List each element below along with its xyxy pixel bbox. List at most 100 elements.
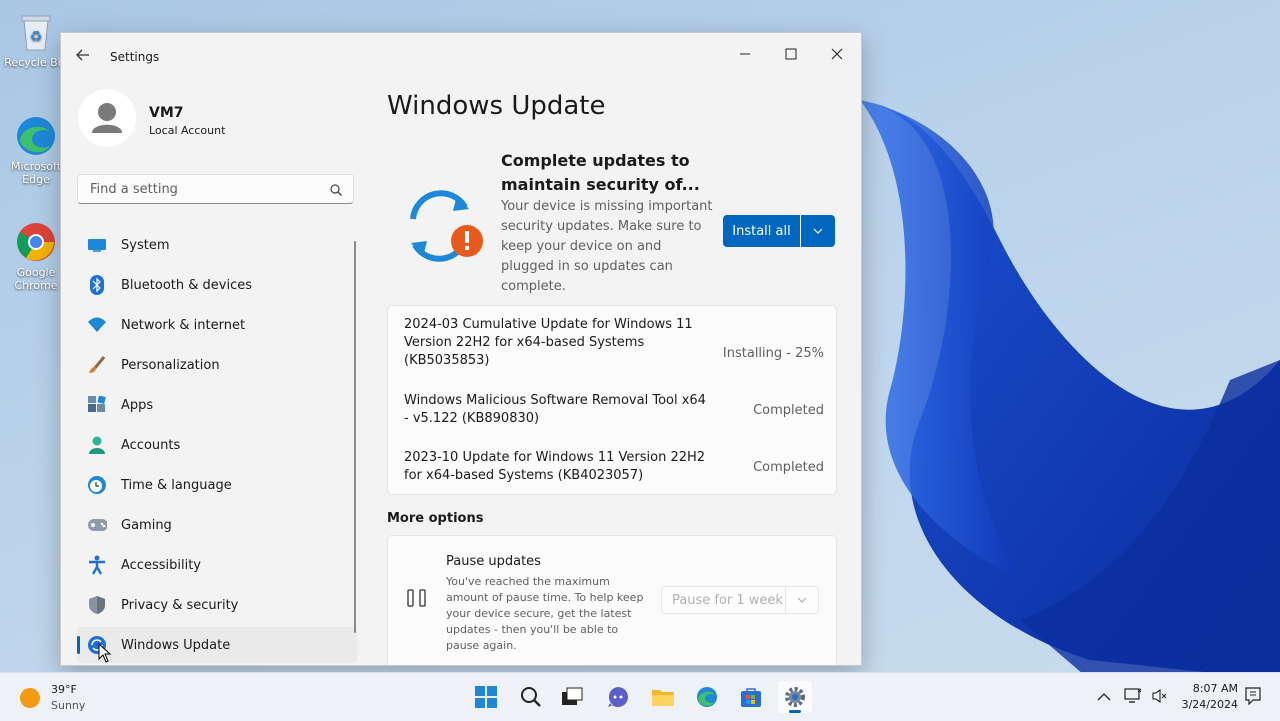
search-icon[interactable] [329, 182, 343, 201]
maximize-button[interactable] [768, 39, 814, 69]
chevron-down-icon [813, 228, 823, 234]
weather-widget[interactable]: 39°F Sunny [20, 683, 120, 715]
teams-chat-button[interactable] [601, 681, 635, 713]
pause-updates-card: Pause updates You've reached the maximum… [387, 535, 837, 665]
sidebar-scrollbar[interactable] [354, 241, 356, 633]
close-button[interactable] [814, 39, 860, 69]
search-input[interactable] [88, 181, 322, 198]
weather-condition: Sunny [51, 699, 86, 712]
update-status: Completed [753, 460, 824, 475]
sidebar-item-label: Time & language [121, 477, 232, 493]
sidebar-item-label: Windows Update [121, 637, 231, 653]
pause-duration-dropdown[interactable]: Pause for 1 week [661, 586, 819, 614]
sidebar-item-privacy-security[interactable]: Privacy & security [77, 587, 357, 623]
gamepad-icon [87, 515, 107, 535]
desktop-icon-recycle-bin[interactable]: ♻ Recycle Bin [4, 10, 68, 69]
shield-icon [87, 595, 107, 615]
accounts-icon [87, 435, 107, 455]
notifications-button[interactable] [1245, 687, 1261, 709]
update-list: 2024-03 Cumulative Update for Windows 11… [387, 305, 837, 495]
task-view-button[interactable] [555, 681, 589, 713]
alert-description: Your device is missing important securit… [501, 199, 713, 294]
sidebar-item-system[interactable]: System [77, 227, 357, 263]
desktop-icon-chrome[interactable]: Google Chrome [4, 220, 68, 292]
sidebar-item-label: Gaming [121, 517, 172, 533]
sidebar-item-network[interactable]: Network & internet [77, 307, 357, 343]
back-button[interactable] [75, 47, 95, 67]
update-name: Windows Malicious Software Removal Tool … [404, 393, 706, 426]
arrow-left-icon [76, 49, 89, 61]
start-icon [475, 686, 497, 708]
window-title: Settings [110, 50, 160, 64]
sun-icon [20, 688, 40, 708]
selection-indicator [77, 636, 80, 654]
alert-title: Complete updates to maintain security of… [501, 151, 700, 194]
page-title: Windows Update [387, 91, 606, 121]
avatar[interactable] [78, 89, 136, 147]
pause-icon [406, 588, 428, 612]
show-hidden-icons-button[interactable] [1097, 687, 1111, 706]
volume-muted-icon [1152, 688, 1167, 704]
clock-time: 8:07 AM [1192, 682, 1238, 695]
sidebar-item-label: Apps [121, 397, 154, 413]
search-icon [521, 687, 541, 707]
desktop-icon-edge[interactable]: Microsoft Edge [4, 114, 68, 186]
sidebar-item-accessibility[interactable]: Accessibility [77, 547, 357, 583]
sidebar-item-label: Personalization [121, 357, 220, 373]
time-language-icon [87, 475, 107, 495]
sidebar-item-label: Privacy & security [121, 597, 239, 613]
start-button[interactable] [469, 681, 503, 713]
update-name: 2024-03 Cumulative Update for Windows 11… [404, 317, 693, 368]
apps-icon [87, 395, 107, 415]
update-alert-icon [397, 181, 487, 271]
title-bar: Settings [61, 33, 861, 81]
edge-taskbar-button[interactable] [690, 681, 724, 713]
store-button[interactable] [734, 681, 768, 713]
weather-temperature: 39°F [51, 683, 77, 696]
update-status: Completed [753, 403, 824, 418]
file-explorer-button[interactable] [646, 681, 680, 713]
sidebar-item-windows-update[interactable]: Windows Update [77, 627, 357, 663]
wifi-icon [87, 315, 107, 335]
settings-search[interactable] [77, 174, 354, 204]
close-icon [831, 48, 843, 60]
more-options-heading: More options [387, 511, 484, 526]
sidebar-item-label: Bluetooth & devices [121, 277, 252, 293]
install-options-button[interactable] [801, 215, 835, 247]
sidebar-item-label: Accounts [121, 437, 181, 453]
update-item[interactable]: Windows Malicious Software Removal Tool … [404, 392, 824, 428]
settings-taskbar-button[interactable] [778, 681, 812, 713]
sidebar-nav: System Bluetooth & devices Network & int… [77, 227, 357, 665]
system-clock[interactable]: 8:07 AM 3/24/2024 [1182, 681, 1238, 713]
sidebar-item-bluetooth[interactable]: Bluetooth & devices [77, 267, 357, 303]
sidebar-item-accounts[interactable]: Accounts [77, 427, 357, 463]
update-name: 2023-10 Update for Windows 11 Version 22… [404, 450, 706, 483]
teams-chat-icon [608, 687, 628, 707]
desktop-icon-label: Microsoft Edge [10, 160, 62, 186]
bluetooth-icon [87, 275, 107, 295]
update-item[interactable]: 2023-10 Update for Windows 11 Version 22… [404, 449, 824, 485]
install-all-split-button: Install all [723, 215, 835, 247]
sidebar-item-apps[interactable]: Apps [77, 387, 357, 423]
install-all-button[interactable]: Install all [723, 215, 800, 247]
sidebar-item-personalization[interactable]: Personalization [77, 347, 357, 383]
sidebar-item-gaming[interactable]: Gaming [77, 507, 357, 543]
user-name: VM7 [149, 105, 184, 121]
sidebar-item-time-language[interactable]: Time & language [77, 467, 357, 503]
taskbar-search-button[interactable] [514, 681, 548, 713]
chevron-up-icon [1097, 693, 1111, 701]
file-explorer-icon [652, 690, 674, 706]
user-icon [92, 103, 122, 133]
desktop-icon-label: Google Chrome [14, 266, 58, 292]
maximize-icon [785, 48, 797, 60]
settings-icon [785, 687, 805, 707]
sidebar-item-label: System [121, 237, 170, 253]
minimize-button[interactable] [722, 39, 768, 69]
sidebar-item-label: Accessibility [121, 557, 201, 573]
pause-title: Pause updates [446, 554, 541, 569]
volume-tray-icon[interactable] [1151, 688, 1167, 708]
sidebar-item-label: Network & internet [121, 317, 246, 333]
notification-icon [1245, 687, 1261, 706]
network-tray-icon[interactable] [1124, 688, 1142, 708]
update-item[interactable]: 2024-03 Cumulative Update for Windows 11… [404, 316, 824, 370]
